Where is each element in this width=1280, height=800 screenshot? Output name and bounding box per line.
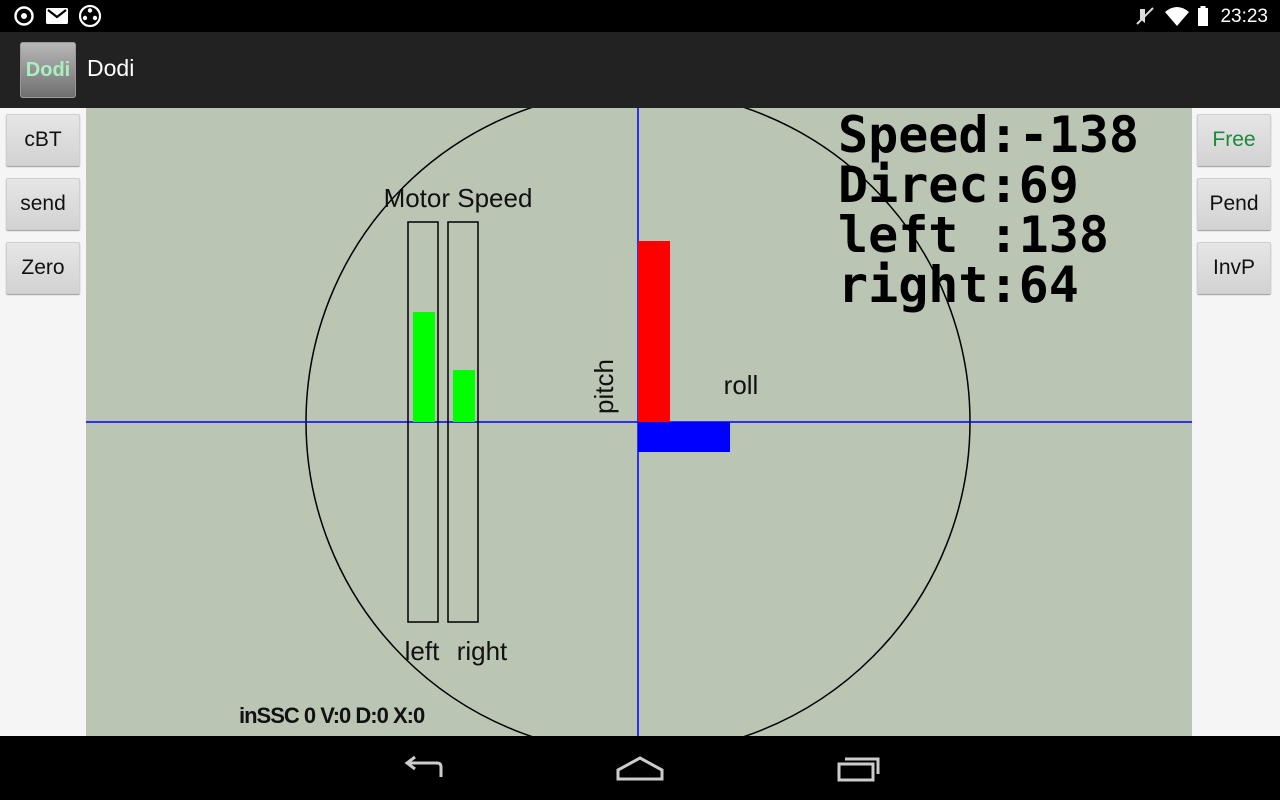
battery-icon — [1196, 0, 1210, 32]
control-canvas[interactable]: Motor Speed left right pitch roll inSSC … — [86, 108, 1192, 736]
direction-readout: Direc:69 — [838, 156, 1079, 214]
left-readout: left :138 — [838, 206, 1109, 264]
back-icon[interactable] — [384, 736, 464, 800]
navigation-bar — [0, 736, 1280, 800]
right-motor-label: right — [457, 636, 508, 666]
left-button-panel: cBT send Zero — [0, 108, 86, 736]
mute-icon — [1133, 0, 1157, 32]
right-motor-bar — [453, 370, 475, 422]
invp-button[interactable]: InvP — [1197, 242, 1271, 294]
left-motor-label: left — [405, 636, 440, 666]
telemetry-readout: Speed:-138 Direc:69 left :138 right:64 — [838, 110, 1139, 310]
right-readout: right:64 — [838, 256, 1079, 314]
speed-readout: Speed:-138 — [838, 108, 1140, 164]
wifi-icon — [1163, 0, 1191, 32]
cbt-button[interactable]: cBT — [6, 114, 80, 166]
pitch-bar — [638, 241, 670, 422]
sync-icon — [12, 0, 36, 32]
app-title: Dodi — [87, 55, 135, 81]
home-icon[interactable] — [600, 736, 680, 800]
left-motor-bar — [413, 312, 435, 422]
right-button-panel: Free Pend InvP — [1192, 108, 1280, 736]
pitch-label: pitch — [589, 359, 619, 414]
clock: 23:23 — [1220, 6, 1268, 27]
motor-speed-label: Motor Speed — [384, 183, 533, 213]
send-button[interactable]: send — [6, 178, 80, 230]
pend-button[interactable]: Pend — [1197, 178, 1271, 230]
status-bar: 23:23 — [0, 0, 1280, 32]
free-button[interactable]: Free — [1197, 114, 1271, 166]
roll-label: roll — [724, 370, 759, 400]
status-line: inSSC 0 V:0 D:0 X:0 — [239, 703, 425, 728]
zero-button[interactable]: Zero — [6, 242, 80, 294]
roll-bar — [638, 422, 730, 452]
media-icon — [77, 0, 103, 32]
app-icon[interactable]: Dodi — [20, 42, 76, 98]
action-bar: Dodi Dodi — [0, 32, 1280, 108]
recents-icon[interactable] — [818, 736, 898, 800]
gmail-icon — [44, 0, 70, 32]
